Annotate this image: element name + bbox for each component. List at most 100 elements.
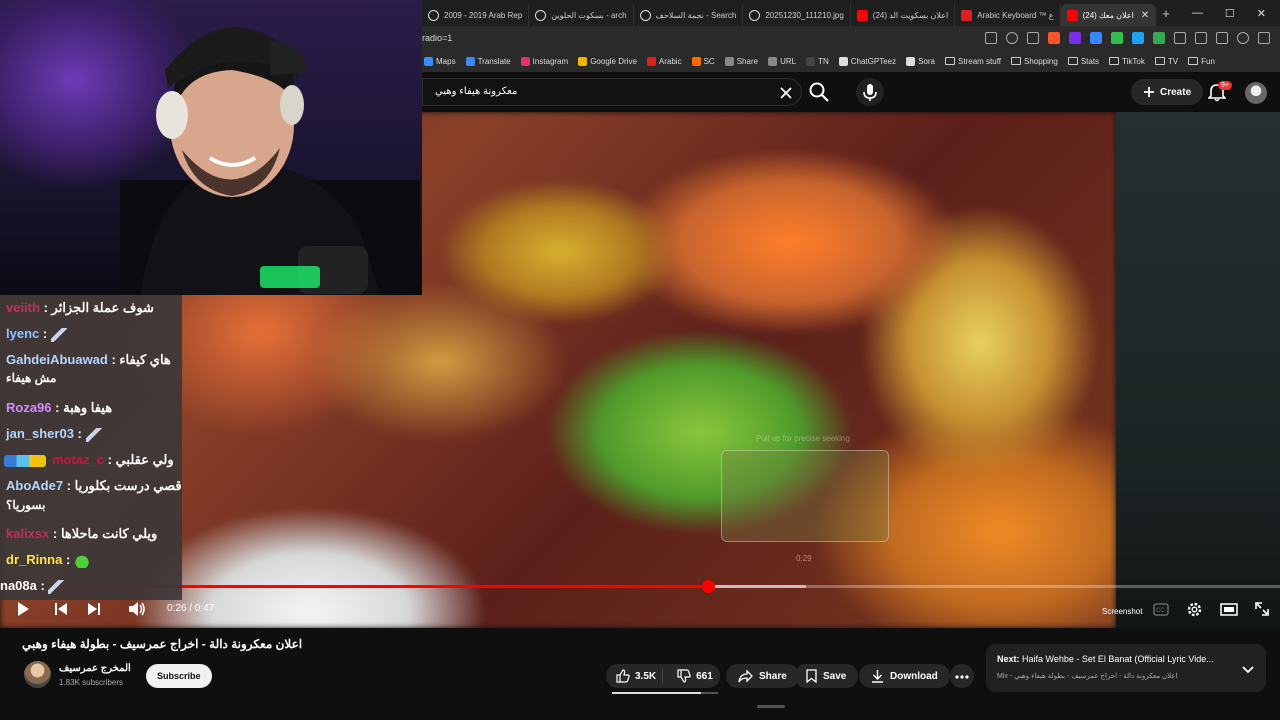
screenshot-button[interactable]: Screenshot	[1102, 607, 1142, 616]
bookmark-item[interactable]: Stats	[1067, 57, 1099, 66]
chat-text: شوف عملة الجزائر	[51, 300, 154, 315]
bookmark-item[interactable]: Sora	[906, 56, 936, 66]
subscriber-count: 1.83K subscribers	[59, 678, 124, 687]
chat-separator: :	[49, 526, 61, 541]
url-text[interactable]: radio=1	[422, 33, 985, 43]
bookmark-favicon-icon	[691, 56, 701, 66]
bookmark-item[interactable]: Instagram	[520, 56, 569, 66]
puzzle-icon[interactable]	[1174, 32, 1186, 44]
search-input[interactable]: معكرونة هيفاء وهبي	[422, 78, 802, 106]
browser-tab[interactable]: بسكوت الحلوين - arch	[529, 4, 634, 26]
bookmark-item[interactable]: Fun	[1188, 57, 1215, 66]
create-button[interactable]: Create	[1131, 79, 1204, 105]
volume-button[interactable]	[127, 600, 147, 623]
play-button[interactable]	[14, 600, 32, 623]
video-info-area: اعلان معكرونة دالة - اخراج عمرسيف - بطول…	[0, 628, 1280, 720]
chat-username[interactable]: veiith	[6, 300, 40, 315]
minimize-button[interactable]: —	[1192, 7, 1203, 20]
search-button[interactable]	[807, 80, 831, 109]
maximize-button[interactable]: ☐	[1225, 7, 1235, 20]
seek-preview-thumbnail	[721, 450, 889, 542]
seek-preview-time: 0:29	[796, 554, 812, 563]
download-label: Download	[890, 670, 938, 682]
extension-icon[interactable]	[1132, 32, 1144, 44]
new-tab-button[interactable]: +	[1156, 6, 1176, 21]
chat-username[interactable]: kalixsx	[6, 526, 49, 541]
zoom-icon[interactable]	[1006, 32, 1018, 44]
browser-tab[interactable]: 20251230_111210.jpg	[743, 4, 851, 26]
chat-separator: :	[107, 352, 120, 367]
browser-tab[interactable]: Arabic Keyboard ™ ع	[955, 4, 1061, 26]
menu-icon[interactable]	[1258, 32, 1270, 44]
bookmark-item[interactable]: TN	[806, 56, 829, 66]
subscribe-button[interactable]: Subscribe	[146, 664, 212, 688]
browser-tab[interactable]: (24) اعلان بسكويت الد	[851, 4, 956, 26]
bookmark-item[interactable]: Maps	[424, 56, 456, 66]
download-button[interactable]: Download	[859, 664, 950, 688]
bookmark-item[interactable]: SC	[691, 56, 715, 66]
chat-username[interactable]: dr_Rinna	[6, 552, 62, 567]
account-avatar[interactable]	[1245, 82, 1267, 104]
search-icon	[809, 82, 829, 102]
share-icon[interactable]	[1027, 32, 1039, 44]
previous-button[interactable]	[53, 600, 69, 623]
browser-tab[interactable]: 2009 - 2019 Arab Rep	[422, 4, 530, 26]
chat-text: هاي كيفاء	[119, 352, 171, 367]
sidebar-icon[interactable]	[1195, 32, 1207, 44]
theater-mode-button[interactable]	[1220, 602, 1238, 622]
channel-avatar[interactable]	[24, 661, 51, 688]
close-tab-icon[interactable]: ✕	[1141, 10, 1149, 21]
bookmark-label: Instagram	[532, 56, 569, 66]
bookmark-item[interactable]: TikTok	[1109, 57, 1145, 66]
like-button[interactable]: 3.5K	[606, 668, 664, 684]
extension-icon[interactable]	[1153, 32, 1165, 44]
expand-up-next-button[interactable]	[1242, 661, 1254, 679]
browser-tab[interactable]: نجمة السلاحف - Search	[634, 4, 744, 26]
bookmark-label: Sora	[918, 56, 936, 66]
save-button[interactable]: Save	[794, 664, 859, 688]
extension-icon[interactable]	[1090, 32, 1102, 44]
voice-search-button[interactable]	[856, 78, 884, 106]
scrubber-handle[interactable]	[701, 580, 715, 593]
next-button[interactable]	[86, 600, 102, 623]
profile-icon[interactable]	[1237, 32, 1249, 44]
bookmark-item[interactable]: Stream stuff	[945, 57, 1001, 66]
bookmark-item[interactable]: Arabic	[646, 56, 682, 66]
brave-shield-icon[interactable]	[1048, 32, 1060, 44]
bookmark-item[interactable]: Shopping	[1011, 57, 1058, 66]
more-actions-button[interactable]	[950, 664, 974, 688]
chat-username[interactable]: na08a	[0, 578, 37, 593]
bookmark-item[interactable]: TV	[1154, 57, 1178, 66]
extension-icon[interactable]	[1069, 32, 1081, 44]
bookmark-item[interactable]: Google Drive	[578, 56, 637, 66]
chat-username[interactable]: GahdeiAbuawad	[6, 352, 108, 367]
bookmark-item[interactable]: Translate	[465, 56, 511, 66]
address-bar[interactable]: radio=1	[422, 26, 1280, 50]
bookmark-item[interactable]: URL	[768, 56, 796, 66]
up-next-card[interactable]: Next: Haifa Wehbe - Set El Banat (Offici…	[986, 644, 1266, 692]
extension-icon[interactable]	[1111, 32, 1123, 44]
captions-button[interactable]: CC	[1153, 603, 1169, 621]
search-query-text[interactable]: معكرونة هيفاء وهبي	[435, 86, 517, 97]
chat-username[interactable]: AboAde7	[6, 478, 63, 493]
channel-name[interactable]: المخرج عمرسيف	[59, 663, 131, 674]
chat-message: motaz_c : ولي عقلبي	[0, 449, 182, 470]
fullscreen-button[interactable]	[1254, 601, 1270, 622]
cast-icon[interactable]	[985, 32, 997, 44]
settings-button[interactable]	[1186, 601, 1203, 623]
chat-message: veiith : شوف عملة الجزائر	[0, 297, 182, 318]
progress-bar[interactable]	[0, 580, 1280, 593]
bookmark-item[interactable]: Share	[724, 56, 758, 66]
chat-username[interactable]: jan_sher03	[6, 426, 74, 441]
clear-search-button[interactable]	[779, 83, 793, 105]
chat-username[interactable]: lyenc	[6, 326, 39, 341]
close-window-button[interactable]: ✕	[1257, 7, 1266, 20]
dislike-button[interactable]: 661	[669, 669, 713, 683]
share-button[interactable]: Share	[726, 664, 799, 688]
chat-username[interactable]: motaz_c	[52, 452, 104, 467]
bookmark-favicon-icon	[520, 56, 530, 66]
playlist-icon[interactable]	[1216, 32, 1228, 44]
browser-tab[interactable]: (24) اعلان معك ✕	[1060, 4, 1157, 26]
chat-username[interactable]: Roza96	[6, 400, 52, 415]
bookmark-item[interactable]: ChatGPTeez	[838, 56, 896, 66]
